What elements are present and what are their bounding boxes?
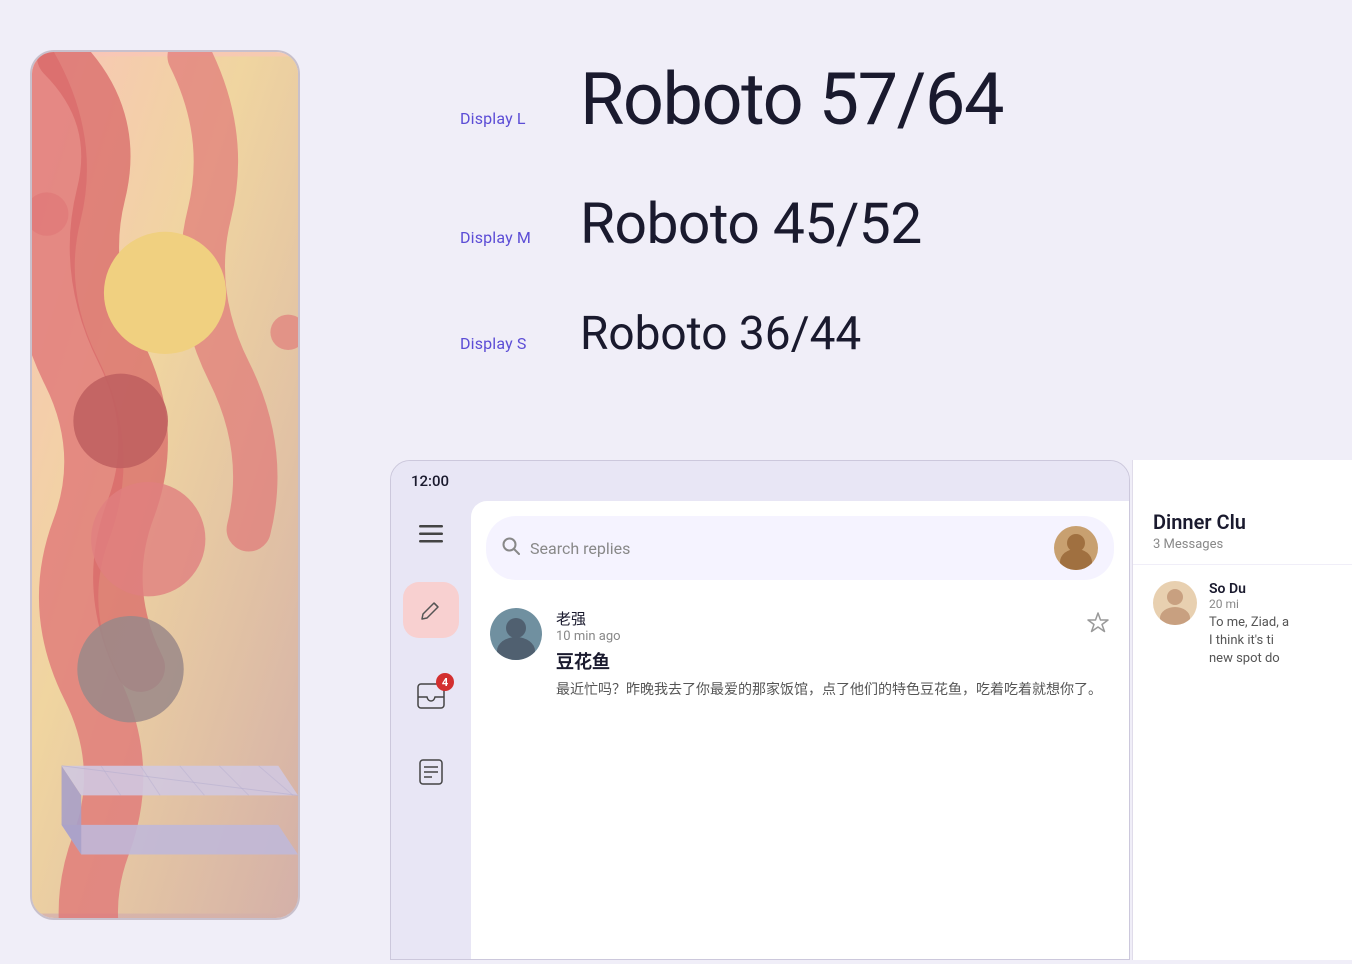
user-avatar[interactable] [1054, 526, 1098, 570]
phone-ui-mockup: 12:00 [390, 460, 1130, 960]
message-subject: 豆花鱼 [556, 648, 1110, 674]
search-icon [502, 537, 520, 560]
right-panel-header: Dinner Clu 3 Messages [1133, 460, 1352, 565]
message-preview: 最近忙吗？昨晚我去了你最爱的那家饭馆，点了他们的特色豆花鱼，吃着吃着就想你了。 [556, 680, 1110, 701]
message-header: 老强 10 min ago [556, 608, 1110, 644]
right-panel-message-item[interactable]: So Du 20 mi To me, Ziad, a I think it's … [1133, 565, 1352, 685]
right-panel-avatar [1153, 581, 1197, 625]
type-row-display-l: Display L Roboto 57/64 [460, 40, 1292, 161]
right-preview-line2: I think it's ti [1209, 632, 1289, 650]
typography-section: Display L Roboto 57/64 Display M Roboto … [330, 0, 1352, 422]
mockup-sidebar: 4 [391, 501, 471, 959]
display-s-specimen: Roboto 36/44 [580, 306, 861, 362]
notes-icon[interactable] [413, 754, 449, 790]
search-bar[interactable]: Search replies [486, 516, 1114, 580]
display-l-specimen: Roboto 57/64 [580, 60, 1003, 141]
message-item[interactable]: 老强 10 min ago 豆花鱼 最近忙吗？昨晚我去了你最爱的那家饭馆，点了他… [486, 596, 1114, 713]
dinner-club-title: Dinner Clu [1153, 510, 1332, 534]
mockup-body: 4 [391, 501, 1129, 959]
display-m-specimen: Roboto 45/52 [580, 191, 922, 257]
inbox-badge: 4 [436, 673, 454, 691]
right-panel-item-content: So Du 20 mi To me, Ziad, a I think it's … [1209, 581, 1289, 669]
hamburger-menu-icon[interactable] [413, 516, 449, 552]
message-content: 老强 10 min ago 豆花鱼 最近忙吗？昨晚我去了你最爱的那家饭馆，点了他… [556, 608, 1110, 701]
compose-button[interactable] [403, 582, 459, 638]
content-area: Display L Roboto 57/64 Display M Roboto … [330, 0, 1352, 964]
message-time: 10 min ago [556, 629, 621, 644]
phone-inner [32, 52, 298, 918]
abstract-shapes-svg [32, 52, 298, 918]
inbox-icon[interactable]: 4 [413, 678, 449, 714]
right-panel: Dinner Clu 3 Messages So Du 20 mi To me,… [1132, 460, 1352, 960]
right-preview-line3: new spot do [1209, 650, 1289, 668]
type-row-display-s: Display S Roboto 36/44 [460, 286, 1292, 382]
display-m-label: Display M [460, 228, 580, 247]
dinner-club-subtitle: 3 Messages [1153, 537, 1332, 552]
phone-frame [30, 50, 300, 920]
search-placeholder-text: Search replies [530, 539, 1044, 558]
status-bar: 12:00 [391, 461, 1129, 501]
illustration-area [0, 0, 330, 964]
display-s-label: Display S [460, 334, 580, 353]
type-row-display-m: Display M Roboto 45/52 [460, 171, 1292, 277]
sender-name: 老强 [556, 608, 621, 629]
mockup-main-panel: Search replies 老强 10 min ago [471, 501, 1129, 959]
right-message-time: 20 mi [1209, 597, 1289, 611]
star-button[interactable] [1086, 611, 1110, 641]
status-time: 12:00 [411, 472, 449, 490]
right-sender-name: So Du [1209, 581, 1289, 597]
message-header-left: 老强 10 min ago [556, 608, 621, 644]
right-preview-line1: To me, Ziad, a [1209, 614, 1289, 632]
display-l-label: Display L [460, 109, 580, 128]
sender-avatar [490, 608, 542, 660]
